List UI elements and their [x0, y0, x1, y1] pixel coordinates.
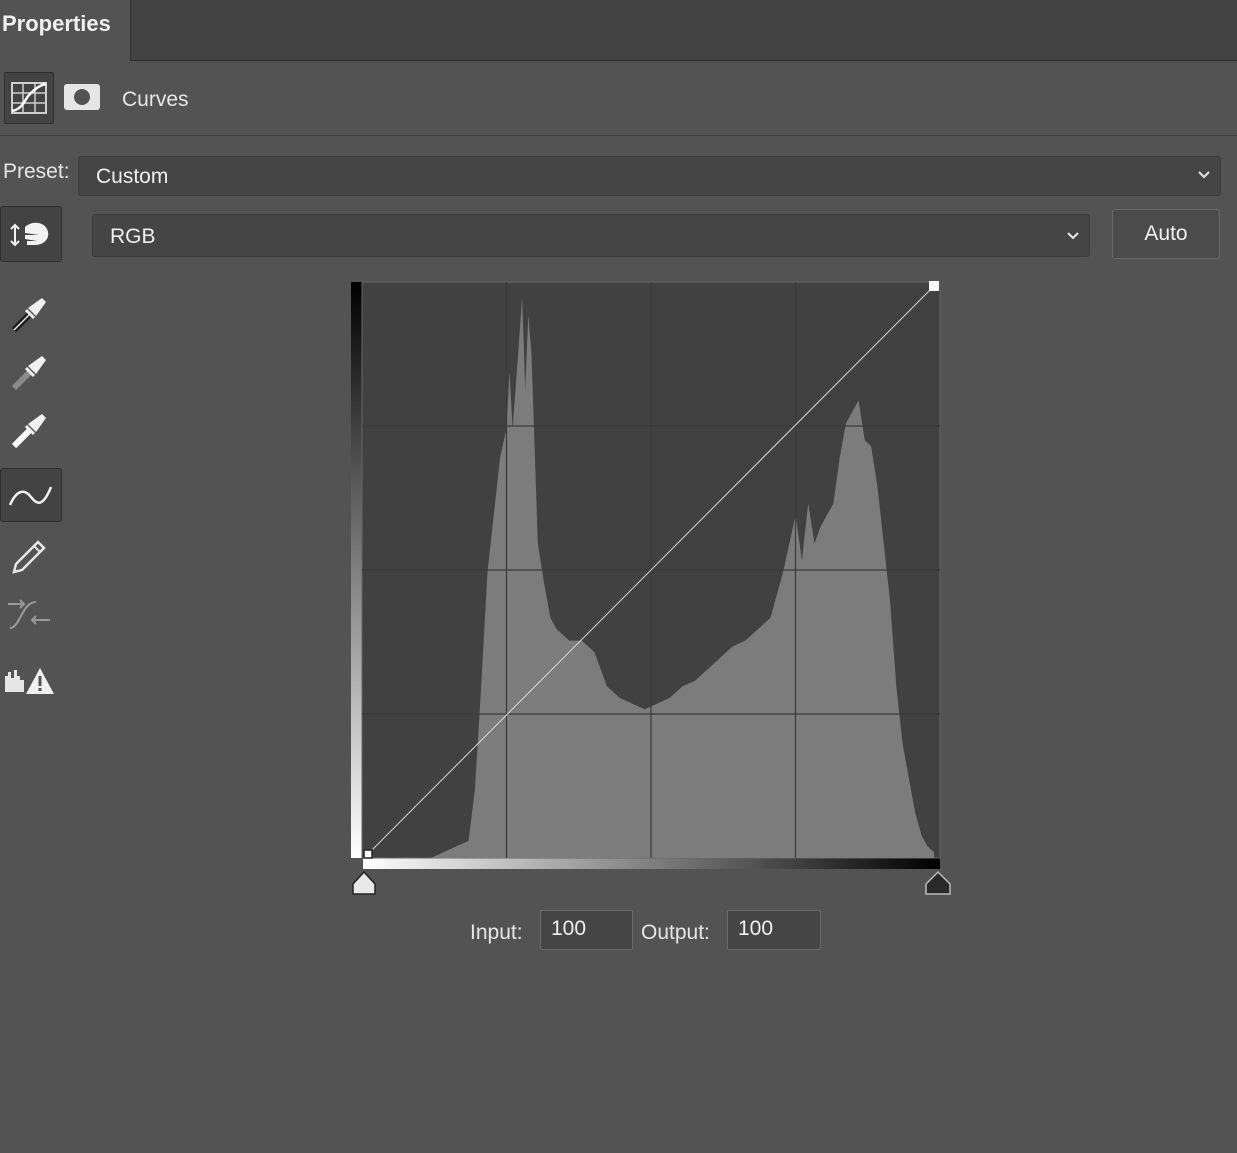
pencil-icon [12, 540, 46, 574]
curves-graph-svg[interactable] [350, 280, 952, 900]
on-image-adjust-tool[interactable] [0, 206, 62, 262]
channel-value: RGB [110, 225, 156, 248]
black-eyedropper-icon [11, 298, 46, 333]
edit-points-curve-icon [8, 486, 53, 506]
chevron-down-icon [1067, 232, 1079, 240]
curves-graph[interactable] [350, 280, 952, 900]
smooth-curve-tool[interactable] [0, 586, 62, 638]
curve-point-highlight[interactable] [929, 281, 939, 291]
channel-dropdown[interactable]: RGB [92, 214, 1090, 257]
input-label: Input: [470, 921, 523, 944]
output-field[interactable]: 100 [727, 910, 821, 950]
curves-adjustment-button[interactable] [4, 72, 54, 124]
adjustment-title: Curves [122, 88, 189, 111]
input-field[interactable]: 100 [540, 910, 633, 950]
black-input-slider[interactable] [352, 870, 376, 895]
preset-label: Preset: [3, 160, 70, 183]
gray-eyedropper-icon [11, 356, 46, 391]
chevron-down-icon [1198, 171, 1210, 179]
preset-dropdown[interactable]: Custom [78, 156, 1221, 196]
curves-grid-icon [11, 82, 47, 114]
edit-points-tool[interactable] [0, 468, 62, 522]
input-gradient-bar [363, 858, 940, 869]
clipping-warning-icon [5, 668, 54, 694]
output-label: Output: [641, 921, 710, 944]
black-point-eyedropper[interactable] [0, 286, 62, 338]
white-point-eyedropper[interactable] [0, 402, 62, 454]
layer-mask-icon [64, 84, 100, 110]
curve-point-shadow[interactable] [363, 849, 373, 859]
preset-value: Custom [96, 165, 169, 188]
properties-tab-label: Properties [2, 11, 111, 36]
clipping-warning-tool[interactable] [0, 652, 62, 704]
white-eyedropper-icon [11, 414, 46, 449]
smooth-curve-icon [8, 599, 50, 629]
properties-tab[interactable]: Properties [0, 0, 131, 61]
hand-targeted-adjust-icon [10, 222, 49, 247]
output-gradient-bar [351, 282, 362, 858]
white-input-slider[interactable] [925, 870, 951, 895]
gray-point-eyedropper[interactable] [0, 344, 62, 396]
layer-mask-button[interactable] [58, 72, 108, 124]
panel-tab-bar: Properties [0, 0, 1237, 61]
auto-button[interactable]: Auto [1112, 209, 1220, 259]
pencil-draw-tool[interactable] [0, 528, 62, 580]
adjustment-header: Curves [0, 61, 1237, 136]
